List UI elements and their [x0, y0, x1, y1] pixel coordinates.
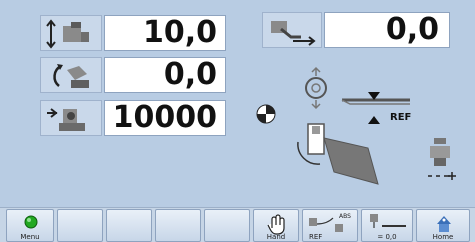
ref-abs-button[interactable]: ABS REF	[302, 209, 358, 242]
toolbar-button-empty-1[interactable]	[57, 209, 103, 242]
ref-line: REF	[341, 92, 411, 124]
horizontal-move-icon	[262, 12, 322, 48]
clamp-icon	[428, 138, 456, 180]
rotation-icon	[40, 57, 102, 93]
hand-label: Hand	[266, 233, 286, 241]
count-icon	[40, 100, 102, 136]
rotation-value[interactable]: 0,0	[104, 57, 226, 93]
bending-diagram: REF	[256, 66, 411, 185]
menu-label: Menu	[20, 233, 40, 241]
punch-top-icon	[305, 66, 327, 110]
zero-ref-label: = 0,0	[377, 233, 397, 241]
ref-label: REF	[390, 112, 411, 123]
home-label: Home	[432, 233, 454, 241]
target-icon	[256, 104, 276, 124]
zero-ref-button[interactable]: = 0,0	[361, 209, 413, 242]
count-value[interactable]: 10000	[104, 100, 226, 136]
ref-button-label: REF	[309, 233, 323, 241]
toolbar-button-empty-2[interactable]	[106, 209, 152, 242]
vertical-height-icon	[40, 15, 102, 51]
toolbar-button-empty-4[interactable]	[204, 209, 250, 242]
machine-screen: 10,0 0,0 10000 0,0 REF Menu Hand ABS REF…	[0, 0, 475, 242]
toolbar-button-empty-3[interactable]	[155, 209, 201, 242]
hand-button[interactable]: Hand	[253, 209, 299, 242]
motion-value[interactable]: 0,0	[324, 12, 450, 48]
workpiece-arm	[297, 123, 379, 185]
home-button[interactable]: Home	[416, 209, 470, 242]
height-value[interactable]: 10,0	[104, 15, 226, 51]
menu-button[interactable]: Menu	[6, 209, 54, 242]
abs-sub-label: ABS	[339, 213, 351, 220]
